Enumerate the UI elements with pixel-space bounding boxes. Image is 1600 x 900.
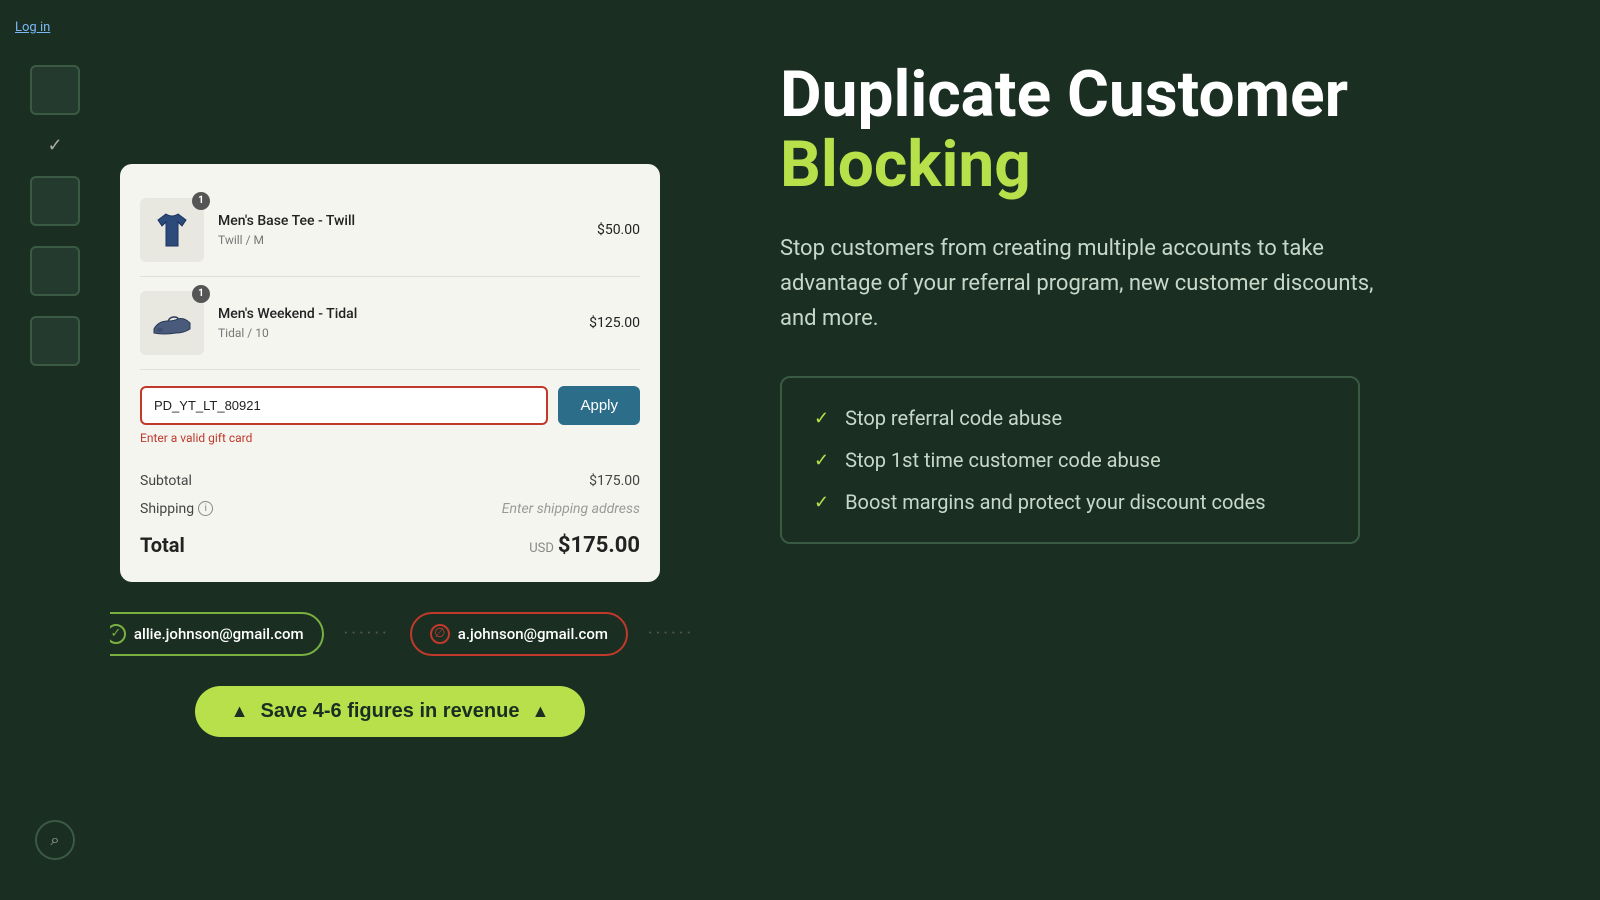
item-price-2: $125.00 xyxy=(589,315,640,331)
invalid-email-text: a.johnson@gmail.com xyxy=(458,625,608,643)
shipping-label: Shipping i xyxy=(140,501,213,517)
item-variant-2: Tidal / 10 xyxy=(218,326,575,340)
feature-check-icon-3: ✓ xyxy=(814,492,829,513)
valid-email-text: allie.johnson@gmail.com xyxy=(134,625,304,643)
badge-connector-dots-2: ······ xyxy=(648,623,694,644)
login-link[interactable]: Log in xyxy=(15,20,50,35)
total-currency: USD xyxy=(529,541,554,556)
subtotal-value: $175.00 xyxy=(589,473,640,489)
feature-item-3: ✓ Boost margins and protect your discoun… xyxy=(814,490,1326,514)
item-image-wrapper-2: 1 xyxy=(140,291,204,355)
invalid-block-icon: ∅ xyxy=(430,624,450,644)
item-name-1: Men's Base Tee - Twill xyxy=(218,212,583,230)
discount-input-row: Apply xyxy=(140,386,640,425)
item-details-2: Men's Weekend - Tidal Tidal / 10 xyxy=(218,305,575,339)
feature-check-icon-2: ✓ xyxy=(814,450,829,471)
badge-connector-dots: ······ xyxy=(344,623,390,644)
total-label: Total xyxy=(140,533,185,557)
sidebar-box-2 xyxy=(30,176,80,226)
feature-check-icon-1: ✓ xyxy=(814,408,829,429)
feature-text-2: Stop 1st time customer code abuse xyxy=(845,448,1161,472)
left-panel: Log in ✓ ⌕ 1 Men's Base Tee - Twill xyxy=(0,0,700,900)
feature-text-1: Stop referral code abuse xyxy=(845,406,1062,430)
item-image-wrapper-1: 1 xyxy=(140,198,204,262)
sidebar-box-4 xyxy=(30,316,80,366)
cta-button[interactable]: ▲ Save 4-6 figures in revenue ▲ xyxy=(195,686,586,737)
item-details-1: Men's Base Tee - Twill Twill / M xyxy=(218,212,583,246)
cart-panel: 1 Men's Base Tee - Twill Twill / M $50.0… xyxy=(120,164,660,582)
item-name-2: Men's Weekend - Tidal xyxy=(218,305,575,323)
chevron-icon[interactable]: ✓ xyxy=(47,135,62,156)
description: Stop customers from creating multiple ac… xyxy=(780,231,1380,337)
discount-input[interactable] xyxy=(140,386,548,425)
subtotal-label: Subtotal xyxy=(140,473,192,489)
right-panel: Duplicate Customer Blocking Stop custome… xyxy=(700,0,1600,900)
cart-item-1: 1 Men's Base Tee - Twill Twill / M $50.0… xyxy=(140,184,640,277)
sidebar-box-1 xyxy=(30,65,80,115)
search-icon[interactable]: ⌕ xyxy=(35,820,75,860)
headline-line1: Duplicate Customer xyxy=(780,57,1348,132)
feature-item-1: ✓ Stop referral code abuse xyxy=(814,406,1326,430)
discount-error: Enter a valid gift card xyxy=(140,431,640,445)
cta-arrow-right: ▲ xyxy=(532,701,550,722)
subtotal-row: Subtotal $175.00 xyxy=(140,467,640,495)
total-value: USD$175.00 xyxy=(529,533,640,558)
order-summary: Subtotal $175.00 Shipping i Enter shippi… xyxy=(140,453,640,562)
headline: Duplicate Customer Blocking xyxy=(780,60,1520,201)
cart-item-2: 1 Men's Weekend - Tidal Tidal / 10 $125.… xyxy=(140,277,640,370)
total-row: Total USD$175.00 xyxy=(140,523,640,562)
headline-line2: Blocking xyxy=(780,127,1031,202)
item-variant-1: Twill / M xyxy=(218,233,583,247)
cta-arrow-left: ▲ xyxy=(231,701,249,722)
feature-text-3: Boost margins and protect your discount … xyxy=(845,490,1266,514)
apply-button[interactable]: Apply xyxy=(558,386,640,425)
cta-section: ▲ Save 4-6 figures in revenue ▲ xyxy=(195,686,586,737)
item-price-1: $50.00 xyxy=(597,222,640,238)
shipping-value: Enter shipping address xyxy=(502,501,640,517)
info-icon: i xyxy=(198,501,213,516)
cta-label: Save 4-6 figures in revenue xyxy=(260,700,519,723)
discount-section: Apply Enter a valid gift card xyxy=(140,370,640,453)
features-box: ✓ Stop referral code abuse ✓ Stop 1st ti… xyxy=(780,376,1360,544)
email-badges: ✓ allie.johnson@gmail.com ······ ∅ a.joh… xyxy=(86,612,694,656)
sidebar: Log in ✓ ⌕ xyxy=(0,0,110,900)
valid-email-badge: ✓ allie.johnson@gmail.com xyxy=(86,612,324,656)
item-badge-1: 1 xyxy=(192,192,210,210)
shipping-row: Shipping i Enter shipping address xyxy=(140,495,640,523)
feature-item-2: ✓ Stop 1st time customer code abuse xyxy=(814,448,1326,472)
sidebar-box-3 xyxy=(30,246,80,296)
item-badge-2: 1 xyxy=(192,285,210,303)
invalid-email-badge: ∅ a.johnson@gmail.com xyxy=(410,612,628,656)
